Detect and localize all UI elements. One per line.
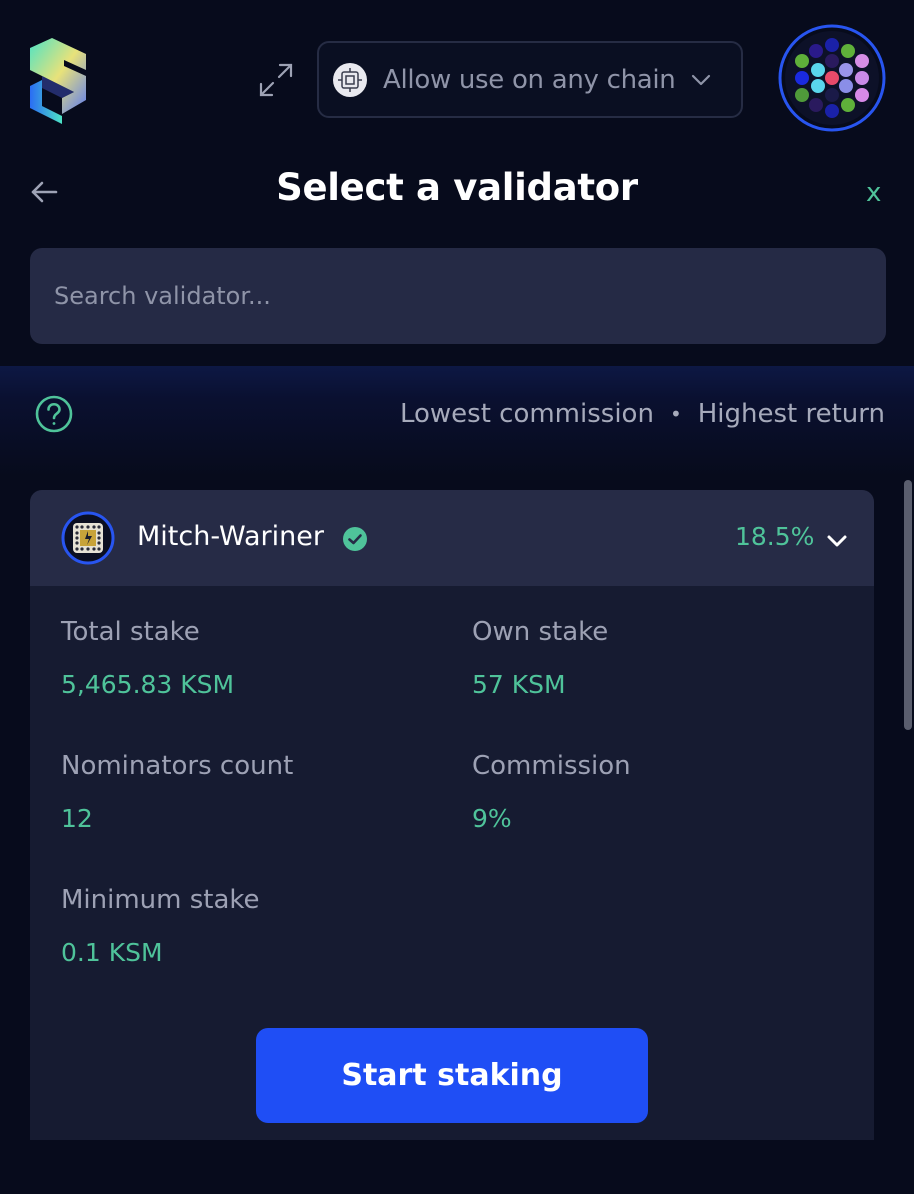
commission-label: Commission — [472, 751, 631, 781]
own-stake-value: 57 KSM — [472, 670, 566, 699]
sort-options: Lowest commission • Highest return — [400, 399, 885, 429]
start-staking-button[interactable]: Start staking — [256, 1028, 648, 1123]
chain-selector-label: Allow use on any chain — [383, 64, 676, 95]
chevron-down-icon — [692, 74, 711, 85]
scrollbar[interactable] — [904, 480, 912, 730]
question-circle-icon[interactable] — [34, 394, 74, 434]
chain-icon — [333, 62, 367, 97]
nominators-count-value: 12 — [61, 804, 93, 833]
page-title: Select a validator — [276, 166, 638, 209]
minimum-stake-label: Minimum stake — [61, 885, 260, 915]
sort-lowest-commission[interactable]: Lowest commission — [400, 399, 654, 429]
chain-selector[interactable]: Allow use on any chain — [317, 41, 743, 118]
commission-value: 9% — [472, 804, 512, 833]
nominators-count-label: Nominators count — [61, 751, 294, 781]
validator-return: 18.5% — [735, 522, 815, 551]
own-stake-label: Own stake — [472, 617, 609, 647]
close-button[interactable]: x — [866, 178, 881, 208]
total-stake-value: 5,465.83 KSM — [61, 670, 235, 699]
minimum-stake-value: 0.1 KSM — [61, 938, 163, 967]
total-stake-label: Total stake — [61, 617, 200, 647]
chevron-down-icon[interactable] — [826, 530, 848, 552]
sort-highest-return[interactable]: Highest return — [698, 399, 885, 429]
app-logo-icon — [30, 38, 86, 124]
validator-name: Mitch-Wariner — [137, 521, 324, 552]
validator-avatar-icon — [61, 511, 115, 565]
search-input[interactable] — [30, 248, 886, 344]
check-circle-icon — [343, 527, 367, 551]
account-avatar-icon[interactable] — [778, 24, 886, 132]
expand-icon[interactable] — [256, 60, 296, 100]
sort-separator: • — [669, 402, 682, 426]
